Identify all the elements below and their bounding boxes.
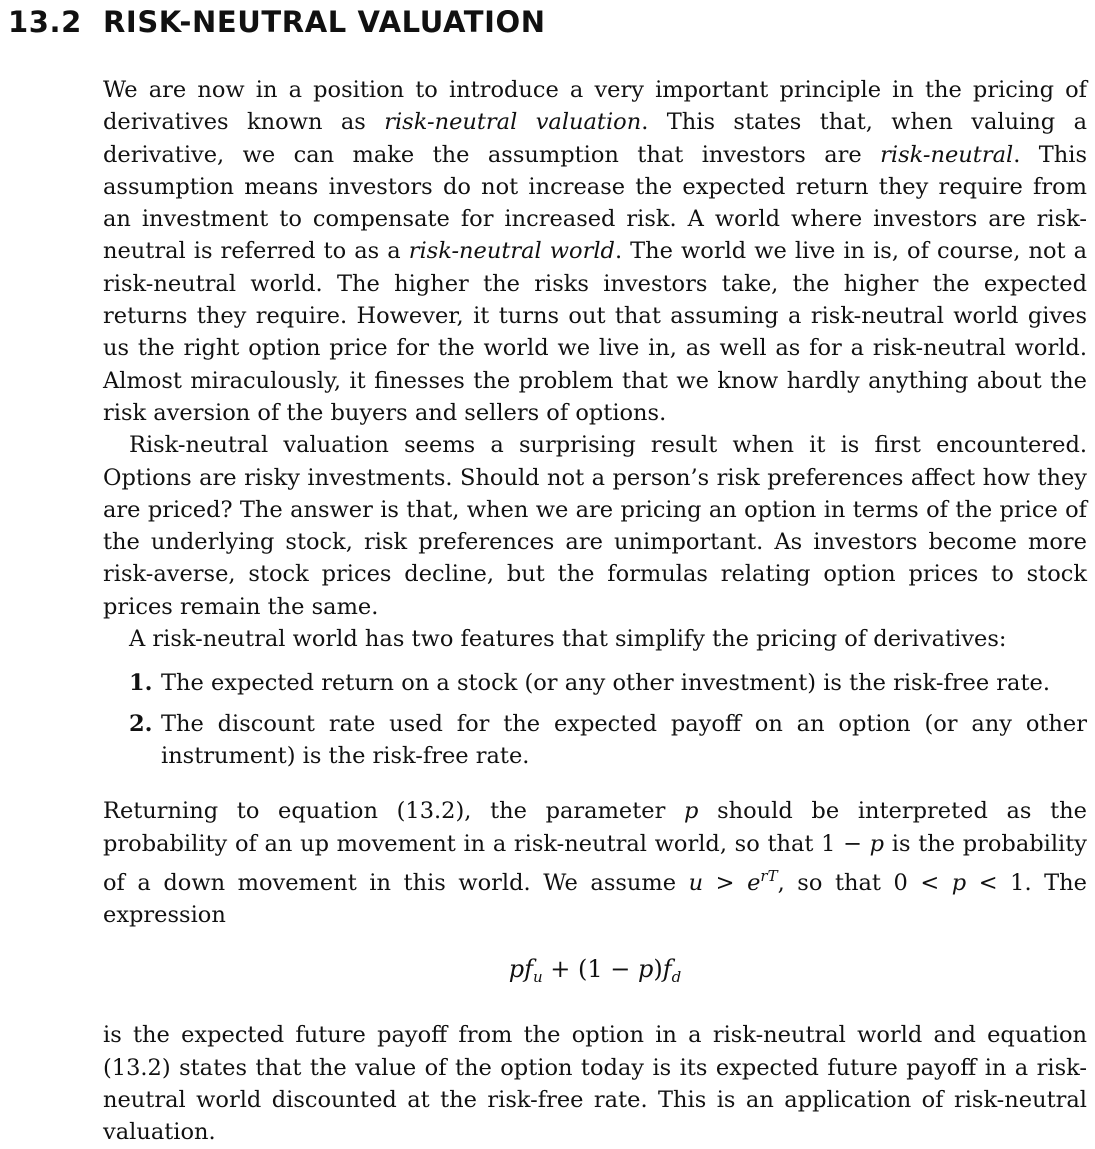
eq-p: p bbox=[508, 955, 525, 984]
list-item: 1. The expected return on a stock (or any… bbox=[103, 667, 1087, 699]
expected-payoff-equation: pfu + (1 − p)fd bbox=[103, 951, 1087, 995]
eq-subscript-d: d bbox=[671, 968, 682, 987]
list-item-number: 2. bbox=[129, 710, 153, 737]
eq-p: p bbox=[638, 955, 654, 984]
paragraph-2: Risk-neutral valuation seems a surprisin… bbox=[103, 432, 1087, 620]
math-exponent-rT: rT bbox=[760, 866, 778, 885]
paragraph-4: Returning to equation (13.2), the parame… bbox=[103, 795, 1087, 931]
paragraph-3: A risk-neutral world has two features th… bbox=[129, 626, 1007, 653]
term-risk-neutral: risk-neutral bbox=[880, 141, 1014, 168]
term-risk-neutral-valuation: risk-neutral valuation bbox=[384, 109, 642, 136]
textbook-page: 13.2 RISK-NEUTRAL VALUATION We are now in… bbox=[0, 0, 1095, 1145]
body-text: We are now in a position to introduce a … bbox=[103, 74, 1087, 1149]
math-p: p bbox=[869, 830, 885, 857]
math-greater-than: > bbox=[703, 869, 748, 896]
eq-subscript-u: u bbox=[532, 968, 543, 987]
paragraph-5: is the expected future payoff from the o… bbox=[103, 1022, 1087, 1146]
eq-operator: + (1 − bbox=[542, 955, 639, 984]
section-title: RISK-NEUTRAL VALUATION bbox=[103, 5, 546, 39]
math-p: p bbox=[951, 869, 967, 896]
list-item-text: The discount rate used for the expected … bbox=[161, 710, 1087, 769]
math-e: e bbox=[747, 869, 761, 896]
section-number: 13.2 bbox=[8, 5, 82, 39]
term-risk-neutral-world: risk-neutral world bbox=[408, 238, 615, 265]
eq-f: f bbox=[524, 955, 533, 984]
math-p: p bbox=[684, 798, 699, 825]
eq-f: f bbox=[662, 955, 672, 984]
list-item: 2. The discount rate used for the expecte… bbox=[103, 708, 1087, 773]
list-item-number: 1. bbox=[129, 670, 153, 697]
math-u: u bbox=[688, 869, 704, 896]
feature-list: 1. The expected return on a stock (or any… bbox=[103, 667, 1087, 772]
eq-paren: ) bbox=[653, 955, 663, 984]
paragraph-1-text-d: . The world we live in is, of course, no… bbox=[103, 238, 1088, 426]
paragraph-1: We are now in a position to introduce a … bbox=[103, 74, 1087, 429]
list-item-text: The expected return on a stock (or any o… bbox=[161, 670, 1050, 697]
paragraph-4-text-d: , so that 0 < bbox=[777, 869, 952, 896]
paragraph-4-text-a: Returning to equation (13.2), the parame… bbox=[103, 798, 685, 825]
section-heading: 13.2 RISK-NEUTRAL VALUATION bbox=[8, 2, 546, 42]
